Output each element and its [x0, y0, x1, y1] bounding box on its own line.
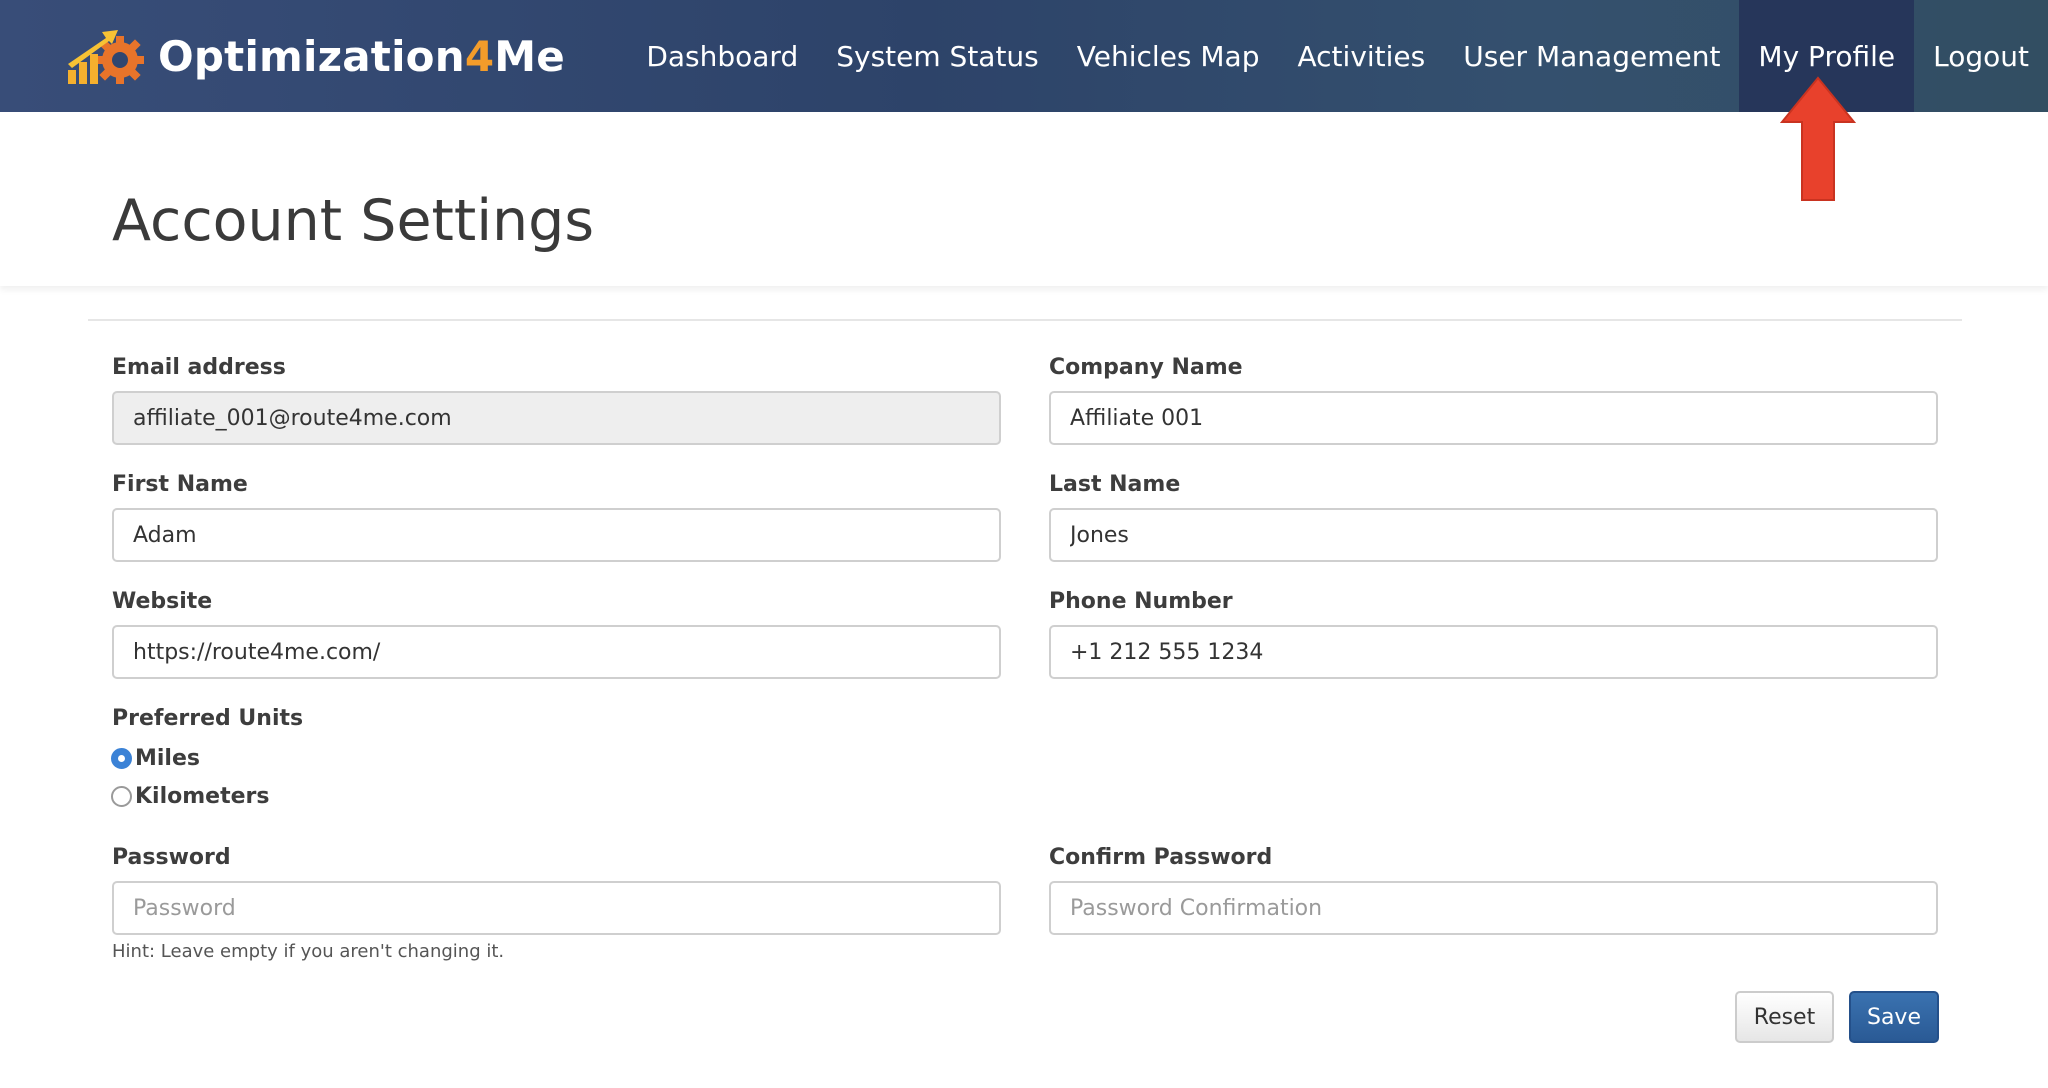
- website-label: Website: [112, 589, 213, 614]
- password-label: Password: [112, 845, 231, 870]
- last-name-field[interactable]: [1049, 508, 1938, 562]
- nav-item-dashboard[interactable]: Dashboard: [627, 0, 817, 112]
- phone-number-label: Phone Number: [1049, 589, 1233, 614]
- reset-button[interactable]: Reset: [1735, 991, 1834, 1043]
- confirm-password-label: Confirm Password: [1049, 845, 1273, 870]
- top-navbar: Optimization4Me Dashboard System Status …: [0, 0, 2048, 112]
- radio-miles-label: Miles: [135, 746, 200, 771]
- red-arrow-up-icon: [1780, 76, 1856, 201]
- radio-kilometers[interactable]: [111, 786, 132, 807]
- first-name-field[interactable]: [112, 508, 1001, 562]
- brand-logo[interactable]: Optimization4Me: [66, 20, 565, 92]
- company-name-field[interactable]: [1049, 391, 1938, 445]
- units-option-miles[interactable]: Miles: [111, 746, 200, 771]
- save-button[interactable]: Save: [1849, 991, 1939, 1043]
- preferred-units-label: Preferred Units: [112, 706, 304, 731]
- first-name-label: First Name: [112, 472, 248, 497]
- nav-item-activities[interactable]: Activities: [1279, 0, 1445, 112]
- page-header: Account Settings: [0, 112, 2048, 286]
- nav-item-user-management[interactable]: User Management: [1444, 0, 1739, 112]
- email-field[interactable]: [112, 391, 1001, 445]
- units-option-kilometers[interactable]: Kilometers: [111, 784, 269, 809]
- section-divider: [88, 319, 1962, 321]
- radio-kilometers-label: Kilometers: [135, 784, 270, 809]
- password-hint: Hint: Leave empty if you aren't changing…: [112, 941, 505, 962]
- last-name-label: Last Name: [1049, 472, 1181, 497]
- page-title: Account Settings: [112, 188, 595, 254]
- nav-item-logout[interactable]: Logout: [1914, 0, 2048, 112]
- email-label: Email address: [112, 355, 286, 380]
- confirm-password-field[interactable]: [1049, 881, 1938, 935]
- company-name-label: Company Name: [1049, 355, 1243, 380]
- phone-number-field[interactable]: [1049, 625, 1938, 679]
- nav-item-vehicles-map[interactable]: Vehicles Map: [1058, 0, 1279, 112]
- website-field[interactable]: [112, 625, 1001, 679]
- password-field[interactable]: [112, 881, 1001, 935]
- radio-miles[interactable]: [111, 748, 132, 769]
- brand-name: Optimization4Me: [158, 31, 565, 81]
- nav-item-system-status[interactable]: System Status: [817, 0, 1058, 112]
- gear-chart-logo-icon: [68, 30, 144, 84]
